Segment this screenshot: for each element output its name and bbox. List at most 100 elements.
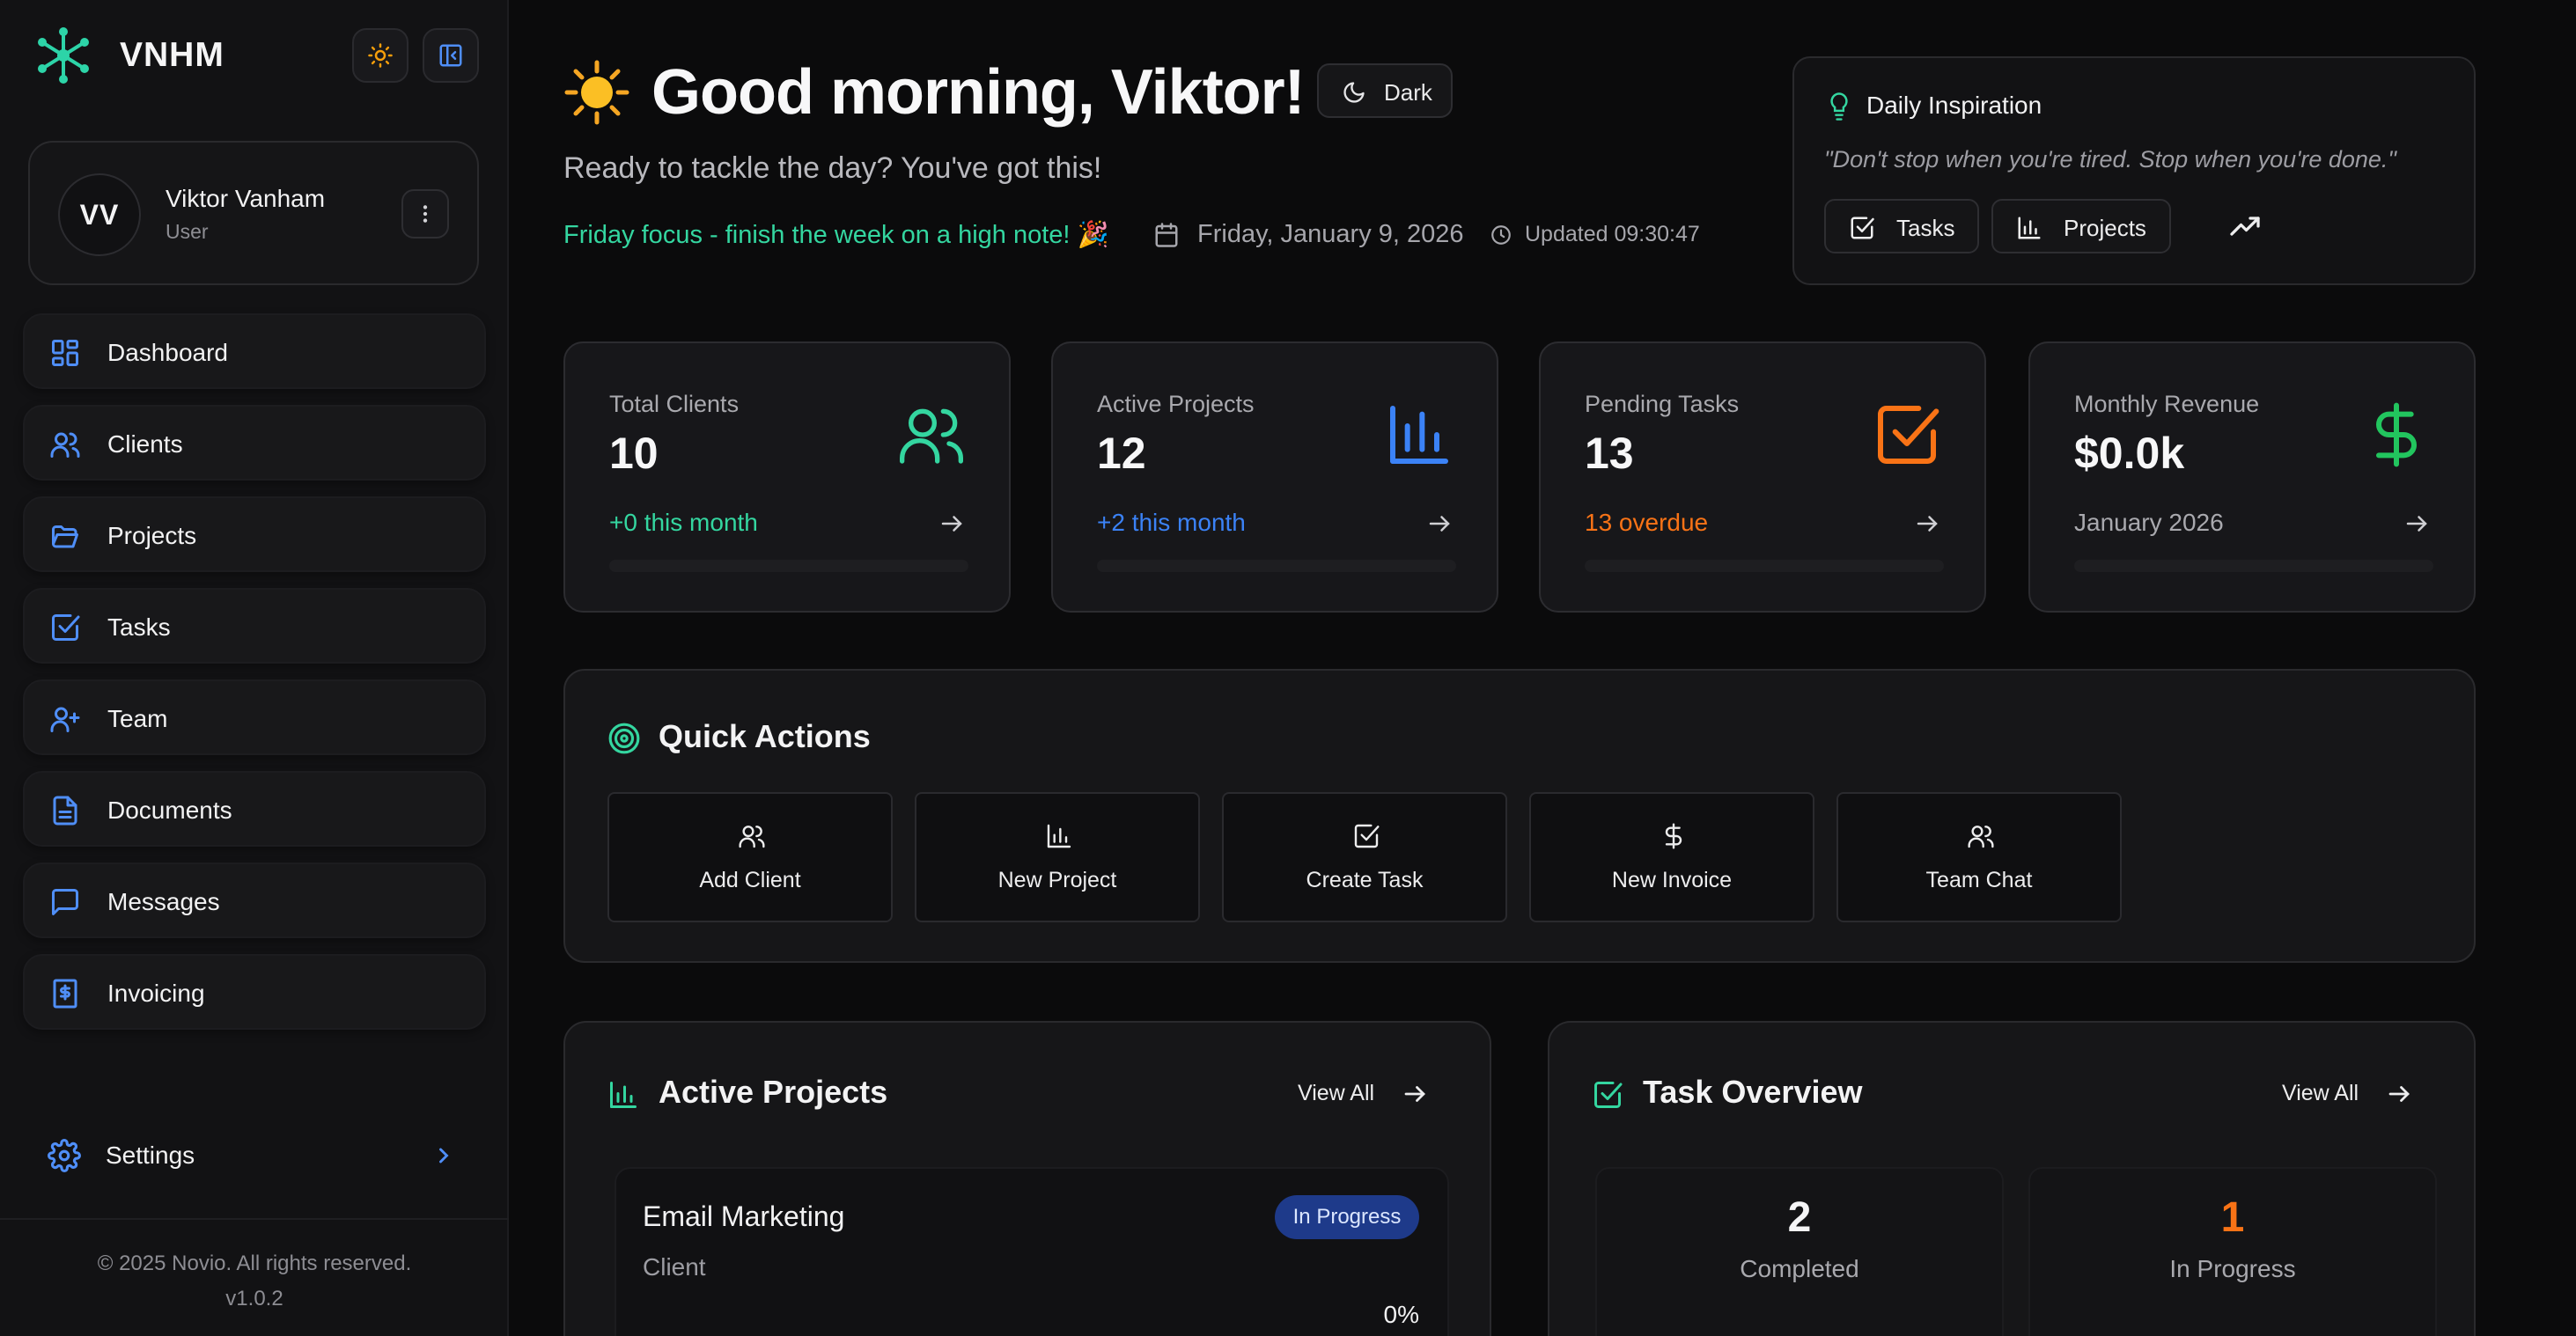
user-role: User xyxy=(166,220,209,243)
theme-toggle-button[interactable] xyxy=(352,28,408,83)
user-card[interactable]: VV Viktor Vanham User xyxy=(28,141,479,285)
tasks-view-all-link[interactable]: View All xyxy=(2282,1081,2359,1106)
sidebar-item-label: Team xyxy=(107,705,168,732)
copyright-text: © 2025 Novio. All rights reserved. xyxy=(97,1252,412,1275)
sidebar-item-label: Settings xyxy=(106,1141,195,1169)
bar-chart-icon xyxy=(1047,824,1071,848)
sidebar-item-label: Invoicing xyxy=(107,980,205,1007)
arrow-right-icon[interactable] xyxy=(1402,1081,1428,1107)
checkbox-icon xyxy=(1354,824,1380,848)
sidebar-item-dashboard[interactable]: Dashboard xyxy=(23,313,486,389)
dollar-icon xyxy=(2376,402,2417,467)
chevron-right-icon xyxy=(439,1148,449,1163)
new-project-button[interactable]: New Project xyxy=(915,792,1200,922)
inspiration-title: Daily Inspiration xyxy=(1866,92,2042,119)
stat-subtext: January 2026 xyxy=(2074,509,2224,536)
quick-action-label: Team Chat xyxy=(1925,868,2033,892)
projects-view-all-link[interactable]: View All xyxy=(1298,1081,1374,1106)
sidebar-item-invoicing[interactable]: Invoicing xyxy=(23,954,486,1030)
sidebar-item-team[interactable]: Team xyxy=(23,679,486,755)
in-progress-label: In Progress xyxy=(2169,1255,2296,1282)
user-name: Viktor Vanham xyxy=(166,185,326,212)
arrow-right-icon[interactable] xyxy=(938,510,965,537)
users-icon xyxy=(50,432,80,458)
completed-label: Completed xyxy=(1740,1255,1859,1282)
arrow-right-icon[interactable] xyxy=(1914,510,1940,537)
sidebar-item-messages[interactable]: Messages xyxy=(23,863,486,938)
active-projects-panel: Active Projects View All Email Marketing… xyxy=(563,1021,1491,1336)
new-invoice-button[interactable]: New Invoice xyxy=(1529,792,1814,922)
stat-card-total-clients[interactable]: Total Clients 10 +0 this month xyxy=(563,341,1011,613)
bar-chart-icon xyxy=(1390,406,1448,464)
date-text: Friday, January 9, 2026 xyxy=(1197,220,1464,248)
stat-label: Monthly Revenue xyxy=(2074,391,2260,417)
project-card[interactable]: Email Marketing Client In Progress 0% xyxy=(615,1167,1449,1336)
checkbox-icon xyxy=(52,614,80,641)
sidebar-item-clients[interactable]: Clients xyxy=(23,405,486,481)
completed-tasks-stat[interactable]: 2 Completed xyxy=(1595,1167,2004,1336)
inspiration-projects-button[interactable]: Projects xyxy=(1991,199,2171,253)
quick-action-label: Add Client xyxy=(699,868,801,892)
stat-progress-track xyxy=(2074,560,2433,572)
brand-logo-icon xyxy=(38,27,89,84)
version-text: v1.0.2 xyxy=(225,1287,283,1310)
collapse-sidebar-button[interactable] xyxy=(423,28,479,83)
user-menu-button[interactable] xyxy=(401,189,449,239)
arrow-right-icon[interactable] xyxy=(2403,510,2430,537)
trending-up-icon[interactable] xyxy=(2229,213,2261,239)
sidebar-item-projects[interactable]: Projects xyxy=(23,496,486,572)
stat-card-active-projects[interactable]: Active Projects 12 +2 this month xyxy=(1051,341,1498,613)
project-client: Client xyxy=(643,1253,706,1281)
inspiration-tasks-button[interactable]: Tasks xyxy=(1824,199,1979,253)
stat-subtext: +2 this month xyxy=(1097,509,1246,536)
app-root: VNHM VV Viktor Vanham User Dashboard Cli… xyxy=(0,0,2576,1336)
greeting: Good morning, Viktor! xyxy=(563,53,1306,132)
stat-subtext: 13 overdue xyxy=(1585,509,1709,536)
checkbox-icon xyxy=(1851,217,1874,239)
stat-label: Pending Tasks xyxy=(1585,391,1740,417)
sidebar-item-label: Tasks xyxy=(107,613,171,641)
inspiration-projects-label: Projects xyxy=(2064,215,2146,241)
inspiration-quote: "Don't stop when you're tired. Stop when… xyxy=(1824,146,2397,173)
sidebar-item-tasks[interactable]: Tasks xyxy=(23,588,486,664)
team-chat-button[interactable]: Team Chat xyxy=(1836,792,2122,922)
arrow-right-icon[interactable] xyxy=(2386,1081,2412,1107)
clock-icon xyxy=(1491,224,1511,245)
stat-label: Active Projects xyxy=(1097,391,1255,417)
task-overview-title: Task Overview xyxy=(1643,1074,1863,1110)
in-progress-tasks-stat[interactable]: 1 In Progress xyxy=(2028,1167,2437,1336)
checkbox-icon xyxy=(1594,1082,1623,1108)
dark-mode-button[interactable]: Dark xyxy=(1317,63,1453,118)
stat-label: Total Clients xyxy=(609,391,740,417)
receipt-dollar-icon xyxy=(53,979,77,1009)
brand[interactable]: VNHM xyxy=(35,25,224,86)
sidebar-item-label: Clients xyxy=(107,430,183,458)
arrow-right-icon[interactable] xyxy=(1426,510,1453,537)
gear-icon xyxy=(48,1139,81,1172)
sidebar-item-settings[interactable]: Settings xyxy=(23,1118,486,1193)
quick-action-label: New Invoice xyxy=(1611,868,1733,892)
sidebar-collapse-icon xyxy=(439,44,462,67)
quick-actions-title: Quick Actions xyxy=(659,718,871,754)
sidebar-item-documents[interactable]: Documents xyxy=(23,771,486,847)
focus-message: Friday focus - finish the week on a high… xyxy=(563,221,1109,249)
page-subtitle: Ready to tackle the day? You've got this… xyxy=(563,151,1102,185)
sidebar-item-label: Messages xyxy=(107,888,220,915)
stat-subtext: +0 this month xyxy=(609,509,758,536)
stat-value: 13 xyxy=(1585,429,1634,478)
sidebar-divider xyxy=(0,1218,509,1220)
stat-card-monthly-revenue[interactable]: Monthly Revenue $0.0k January 2026 xyxy=(2028,341,2476,613)
users-icon xyxy=(900,408,963,464)
project-name: Email Marketing xyxy=(643,1200,845,1232)
dollar-icon xyxy=(1665,823,1682,849)
create-task-button[interactable]: Create Task xyxy=(1222,792,1507,922)
add-client-button[interactable]: Add Client xyxy=(607,792,893,922)
dark-mode-label: Dark xyxy=(1384,79,1432,106)
current-date: Friday, January 9, 2026 xyxy=(1153,220,1464,249)
sun-icon xyxy=(368,43,393,68)
stat-card-pending-tasks[interactable]: Pending Tasks 13 13 overdue xyxy=(1539,341,1986,613)
stat-value: 10 xyxy=(609,429,659,478)
sidebar-item-label: Projects xyxy=(107,522,197,549)
checkbox-icon xyxy=(1878,406,1939,464)
status-badge: In Progress xyxy=(1275,1195,1419,1239)
